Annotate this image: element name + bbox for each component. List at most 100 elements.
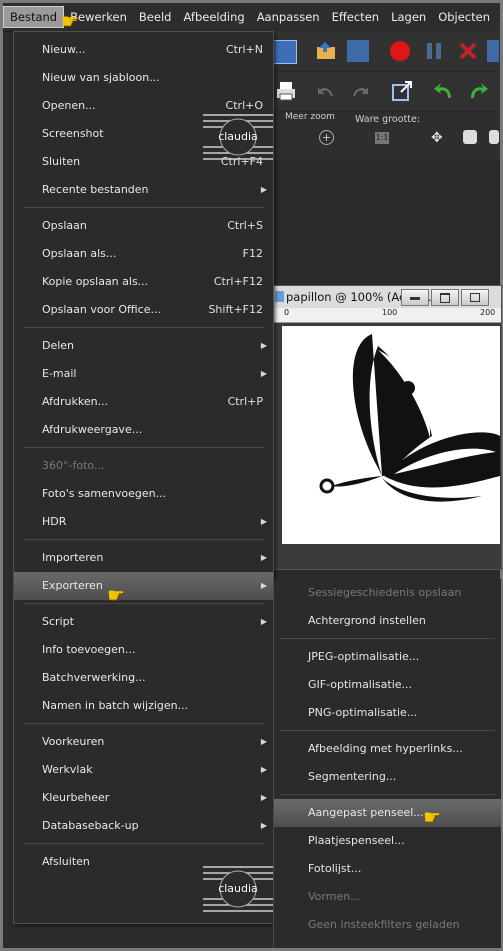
menu-separator xyxy=(24,207,264,208)
menu-separator xyxy=(24,539,264,540)
save-square-icon-2[interactable] xyxy=(487,40,499,62)
file-menu-item-voorkeuren[interactable]: Voorkeuren ▶ xyxy=(14,728,273,756)
layout-icon[interactable] xyxy=(273,40,297,64)
export-menu-item-png-optimalisatie[interactable]: PNG-optimalisatie... xyxy=(274,699,501,727)
file-menu-item-namen-in-batch-wijzigen[interactable]: Namen in batch wijzigen... xyxy=(14,692,273,720)
menu-item-label: Screenshot xyxy=(42,127,104,140)
resize-icon[interactable] xyxy=(391,80,413,102)
image-canvas[interactable] xyxy=(282,326,500,544)
rotate-right-icon[interactable] xyxy=(467,80,489,102)
export-menu-item-jpeg-optimalisatie[interactable]: JPEG-optimalisatie... xyxy=(274,643,501,671)
image-icon xyxy=(275,291,284,302)
menu-item-label: Afsluiten xyxy=(42,855,90,868)
file-menu-item-batchverwerking[interactable]: Batchverwerking... xyxy=(14,664,273,692)
maximize-button[interactable] xyxy=(431,289,459,306)
menu-item-label: Nieuw van sjabloon... xyxy=(42,71,160,84)
open-folder-icon[interactable] xyxy=(315,40,337,62)
file-menu-item-opslaan-voor-office[interactable]: Opslaan voor Office... Shift+F12 xyxy=(14,296,273,324)
undo-icon[interactable] xyxy=(315,80,337,102)
export-menu-item-gif-optimalisatie[interactable]: GIF-optimalisatie... xyxy=(274,671,501,699)
export-menu-item-sessiegeschiedenis-opslaan: Sessiegeschiedenis opslaan xyxy=(308,586,462,599)
move-icon[interactable]: ✥ xyxy=(431,130,443,146)
submenu-arrow-icon: ▶ xyxy=(260,341,267,350)
file-menu-item-importeren[interactable]: Importeren ▶ xyxy=(14,544,273,572)
menu-item-label: Afdrukweergave... xyxy=(42,423,143,436)
file-menu-item-opslaan[interactable]: Opslaan Ctrl+S xyxy=(14,212,273,240)
menu-item-label: Opslaan als... xyxy=(42,247,117,260)
app-window: Bestand Bewerken Beeld Afbeelding Aanpassen E… xyxy=(0,0,503,951)
file-menu-item-foto-s-samenvoegen[interactable]: Foto's samenvoegen... xyxy=(14,480,273,508)
minimize-button[interactable] xyxy=(401,289,429,306)
export-menu-item-afbeelding-met-hyperlinks[interactable]: Afbeelding met hyperlinks... xyxy=(274,735,501,763)
file-menu-item-script[interactable]: Script ▶ xyxy=(14,608,273,636)
menu-item-shortcut: Ctrl+F12 xyxy=(213,275,263,288)
image-window-titlebar[interactable]: papillon @ 100% (Achter... xyxy=(274,286,501,308)
menubar-item-sele[interactable]: Sele xyxy=(496,7,503,27)
menu-item-label: Delen xyxy=(42,339,75,352)
menu-item-label: Info toevoegen... xyxy=(42,643,136,656)
file-menu-item-info-toevoegen[interactable]: Info toevoegen... xyxy=(14,636,273,664)
submenu-arrow-icon: ▶ xyxy=(260,617,267,626)
export-menu-item-fotolijst[interactable]: Fotolijst... xyxy=(274,855,501,883)
watermark-logo-bottom: claudia xyxy=(203,859,273,929)
file-menu-item-hdr[interactable]: HDR ▶ xyxy=(14,508,273,536)
submenu-arrow-icon: ▶ xyxy=(260,185,267,194)
pause-icon[interactable] xyxy=(423,40,445,62)
submenu-arrow-icon: ▶ xyxy=(260,765,267,774)
menubar-item-afbeelding[interactable]: Afbeelding xyxy=(177,7,250,27)
menu-separator xyxy=(24,447,264,448)
menu-item-label: Foto's samenvoegen... xyxy=(42,487,167,500)
close-icon xyxy=(470,293,480,302)
file-menu-item-360-foto: 360°-foto... xyxy=(14,452,273,480)
submenu-arrow-icon: ▶ xyxy=(260,793,267,802)
menubar-item-effecten[interactable]: Effecten xyxy=(326,7,385,27)
image-window[interactable]: papillon @ 100% (Achter... 0 100 200 xyxy=(273,285,502,570)
butterfly-image xyxy=(319,334,500,502)
file-menu-item-nieuw[interactable]: Nieuw... Ctrl+N xyxy=(14,36,273,64)
file-menu-item-afdrukweergave[interactable]: Afdrukweergave... xyxy=(14,416,273,444)
menu-separator xyxy=(280,638,495,639)
export-menu-item-plaatjespenseel[interactable]: Plaatjespenseel... xyxy=(274,827,501,855)
menubar-item-aanpassen[interactable]: Aanpassen xyxy=(251,7,326,27)
file-menu-item-opslaan-als[interactable]: Opslaan als... F12 xyxy=(14,240,273,268)
fit-icon-2[interactable] xyxy=(489,130,499,144)
menu-item-label: Databaseback-up xyxy=(42,819,139,832)
menubar-item-beeld[interactable]: Beeld xyxy=(133,7,178,27)
menu-item-label: Batchverwerking... xyxy=(42,671,146,684)
file-menu-item-databaseback-up[interactable]: Databaseback-up ▶ xyxy=(14,812,273,840)
rotate-left-icon[interactable] xyxy=(433,80,455,102)
file-menu-item-delen[interactable]: Delen ▶ xyxy=(14,332,273,360)
file-menu-item-nieuw-van-sjabloon[interactable]: Nieuw van sjabloon... xyxy=(14,64,273,92)
menubar-item-bestand[interactable]: Bestand xyxy=(3,6,65,28)
file-menu-item-werkvlak[interactable]: Werkvlak ▶ xyxy=(14,756,273,784)
submenu-arrow-icon: ▶ xyxy=(260,517,267,526)
submenu-arrow-icon: ▶ xyxy=(260,581,267,590)
print-icon[interactable] xyxy=(275,80,297,102)
fit-icon[interactable] xyxy=(463,130,477,144)
actual-size-icon[interactable]: 1:1 xyxy=(375,132,389,144)
toolbar-top xyxy=(271,31,500,71)
file-menu-item-kleurbeheer[interactable]: Kleurbeheer ▶ xyxy=(14,784,273,812)
zoom-in-icon[interactable]: + xyxy=(319,130,334,145)
close-button[interactable] xyxy=(461,289,489,306)
svg-text:claudia: claudia xyxy=(218,882,258,895)
export-menu-item-aangepast-penseel[interactable]: Aangepast penseel... xyxy=(274,799,501,827)
redo-icon[interactable] xyxy=(349,80,371,102)
file-menu-item-recente-bestanden[interactable]: Recente bestanden ▶ xyxy=(14,176,273,204)
file-menu-item-exporteren[interactable]: Exporteren ▶ xyxy=(14,572,273,600)
menu-item-label: Namen in batch wijzigen... xyxy=(42,699,189,712)
menu-item-label: Kopie opslaan als... xyxy=(42,275,149,288)
menu-item-label: Kleurbeheer xyxy=(42,791,110,804)
file-menu-item-e-mail[interactable]: E-mail ▶ xyxy=(14,360,273,388)
cancel-icon[interactable] xyxy=(457,40,479,62)
export-menu-item-segmentering[interactable]: Segmentering... xyxy=(274,763,501,791)
file-menu-item-afdrukken[interactable]: Afdrukken... Ctrl+P xyxy=(14,388,273,416)
file-menu-item-kopie-opslaan-als[interactable]: Kopie opslaan als... Ctrl+F12 xyxy=(14,268,273,296)
save-square-icon[interactable] xyxy=(347,40,369,62)
record-icon[interactable] xyxy=(389,40,411,62)
zoom-label: Meer zoom xyxy=(285,112,335,122)
menu-item-shortcut: Ctrl+S xyxy=(227,219,263,232)
menubar-item-lagen[interactable]: Lagen xyxy=(385,7,432,27)
export-menu-item-achtergrond-instellen[interactable]: Achtergrond instellen xyxy=(274,607,501,635)
menubar-item-objecten[interactable]: Objecten xyxy=(432,7,496,27)
